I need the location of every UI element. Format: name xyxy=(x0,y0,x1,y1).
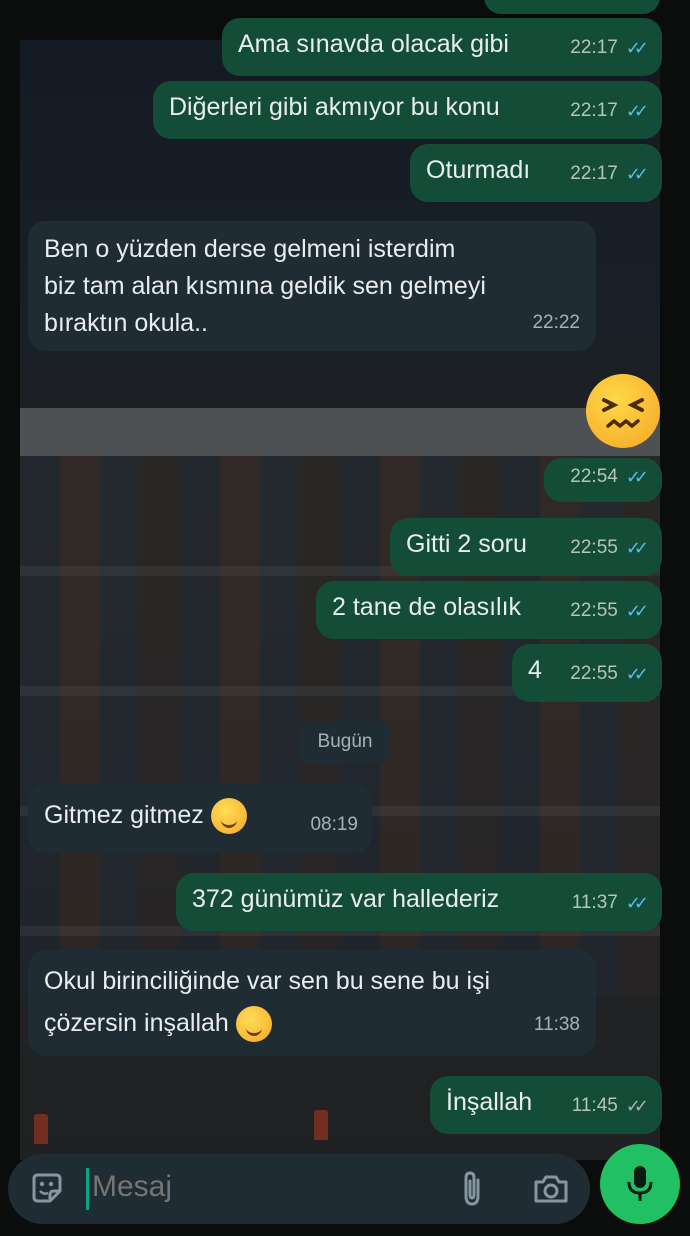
message-meta: 22:22 xyxy=(532,304,582,341)
confounded-face-emoji[interactable] xyxy=(586,374,660,448)
double-check-icon: ✓✓ xyxy=(625,1096,649,1116)
message-time: 22:54 xyxy=(570,466,618,487)
message-bubble-partial[interactable] xyxy=(484,0,660,14)
message-text: Oturmadı xyxy=(426,156,531,184)
smiling-face-emoji xyxy=(235,1006,272,1043)
message-meta: 22:55 ✓✓ xyxy=(570,593,649,629)
message-meta: 22:17 ✓✓ xyxy=(570,30,649,66)
message-bubble-outgoing[interactable]: Oturmadı 22:17 ✓✓ xyxy=(410,144,662,202)
message-meta: 22:17 ✓✓ xyxy=(570,93,649,129)
double-check-icon: ✓✓ xyxy=(625,467,649,487)
message-time: 08:19 xyxy=(310,814,358,835)
message-meta: 22:55 ✓✓ xyxy=(570,530,649,566)
message-bubble-outgoing[interactable]: Diğerleri gibi akmıyor bu konu 22:17 ✓✓ xyxy=(153,81,662,139)
message-bubble-outgoing[interactable]: Ama sınavda olacak gibi 22:17 ✓✓ xyxy=(222,18,662,76)
message-time: 22:55 xyxy=(570,537,618,558)
message-time: 22:22 xyxy=(532,312,580,333)
date-separator: Bugün xyxy=(300,721,390,763)
message-text: 4 xyxy=(528,656,542,684)
message-meta: 11:37 ✓✓ xyxy=(571,885,649,921)
message-composer[interactable] xyxy=(8,1154,590,1224)
message-meta: 22:54 ✓✓ xyxy=(570,459,649,495)
double-check-icon: ✓✓ xyxy=(625,664,649,684)
camera-icon[interactable] xyxy=(532,1172,570,1206)
message-bubble-incoming[interactable]: Gitmez gitmez 08:19 xyxy=(28,783,372,853)
attach-icon[interactable] xyxy=(456,1170,490,1208)
voice-record-button[interactable] xyxy=(600,1144,680,1224)
message-time: 22:17 xyxy=(570,163,618,184)
double-check-icon: ✓✓ xyxy=(625,601,649,621)
message-bubble-outgoing[interactable]: 22:54 ✓✓ xyxy=(544,458,662,502)
text-cursor xyxy=(86,1168,89,1210)
message-text: Diğerleri gibi akmıyor bu konu xyxy=(169,93,500,121)
message-input[interactable] xyxy=(92,1170,432,1204)
smiling-face-emoji xyxy=(210,798,247,835)
message-time: 22:55 xyxy=(570,663,618,684)
message-text: 372 günümüz var hallederiz xyxy=(192,885,500,913)
double-check-icon: ✓✓ xyxy=(625,538,649,558)
message-time: 22:55 xyxy=(570,600,618,621)
message-text: 2 tane de olasılık xyxy=(332,593,522,621)
message-meta: 22:55 ✓✓ xyxy=(570,656,649,692)
message-meta: 11:38 xyxy=(534,1004,582,1046)
message-text: Ama sınavda olacak gibi xyxy=(238,30,509,58)
message-bubble-outgoing[interactable]: 372 günümüz var hallederiz 11:37 ✓✓ xyxy=(176,873,662,931)
double-check-icon: ✓✓ xyxy=(625,893,649,913)
message-meta: 11:45 ✓✓ xyxy=(571,1088,649,1124)
message-time: 22:17 xyxy=(570,100,618,121)
message-bubble-outgoing[interactable]: 2 tane de olasılık 22:55 ✓✓ xyxy=(316,581,662,639)
message-bubble-incoming[interactable]: Ben o yüzden derse gelmeni isterdim biz … xyxy=(28,221,596,351)
message-time: 11:45 xyxy=(571,1095,618,1116)
message-text: İnşallah xyxy=(446,1088,533,1116)
message-text: Gitti 2 soru xyxy=(406,530,527,558)
message-text: Ben o yüzden derse gelmeni isterdim biz … xyxy=(44,235,486,337)
mic-icon xyxy=(627,1166,653,1201)
message-meta: 08:19 xyxy=(310,807,358,843)
message-time: 22:17 xyxy=(570,37,618,58)
message-text: Gitmez gitmez xyxy=(44,801,204,829)
double-check-icon: ✓✓ xyxy=(625,38,649,58)
message-bubble-outgoing[interactable]: İnşallah 11:45 ✓✓ xyxy=(430,1076,662,1134)
message-bubble-outgoing[interactable]: Gitti 2 soru 22:55 ✓✓ xyxy=(390,518,662,576)
sticker-icon[interactable] xyxy=(30,1171,64,1205)
message-bubble-incoming[interactable]: Okul birinciliğinde var sen bu sene bu i… xyxy=(28,950,596,1056)
message-bubble-outgoing[interactable]: 4 22:55 ✓✓ xyxy=(512,644,662,702)
double-check-icon: ✓✓ xyxy=(625,164,649,184)
message-meta: 22:17 ✓✓ xyxy=(570,156,649,192)
message-time: 11:37 xyxy=(571,892,618,913)
double-check-icon: ✓✓ xyxy=(625,101,649,121)
message-time: 11:38 xyxy=(533,1014,580,1035)
